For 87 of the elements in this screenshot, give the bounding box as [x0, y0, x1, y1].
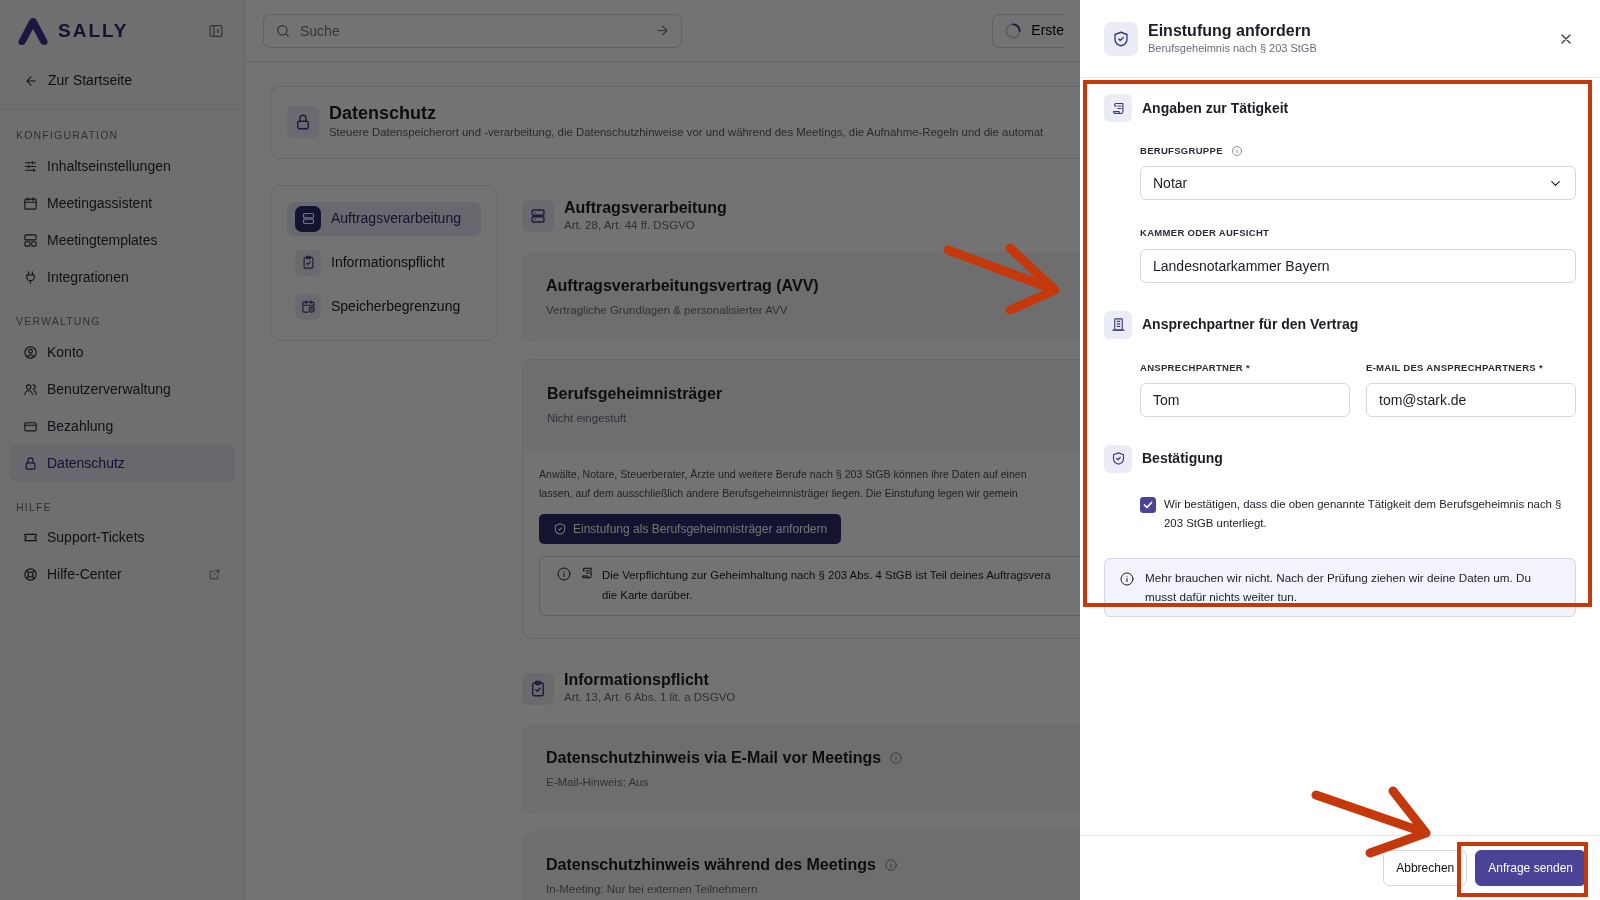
shield-icon — [1112, 29, 1130, 48]
card-title: Berufsgeheimnisträger — [547, 384, 723, 404]
card-title: Auftragsverarbeitungsvertrag (AVV) — [546, 275, 819, 296]
back-link[interactable]: Zur Startseite — [0, 62, 244, 110]
cancel-button[interactable]: Abbrechen — [1383, 850, 1468, 886]
settings-card[interactable]: Berufsgeheimnisträger Nicht eingestuft — [523, 360, 1080, 450]
section-title: Ansprechpartner für den Vertrag — [1142, 315, 1359, 334]
field-label: E-MAIL DES ANSPRECHPARTNERS * — [1366, 360, 1543, 375]
card-subtitle: Vertragliche Grundlagen & personalisierter AVV — [546, 302, 789, 318]
shield-icon — [1110, 451, 1126, 467]
lock-icon — [294, 113, 312, 132]
page-title: Datenschutz — [329, 104, 437, 124]
server-icon — [300, 211, 316, 227]
plug-icon — [23, 269, 38, 285]
panel-icon — [208, 23, 224, 39]
server-icon — [529, 207, 547, 226]
subnav-item[interactable]: Speicherbegrenzung — [287, 289, 481, 324]
sidebar-item[interactable]: Support-Tickets — [9, 519, 235, 557]
sidebar-item[interactable]: Konto — [9, 333, 235, 371]
card-title: Datenschutzhinweis während des Meetings — [546, 855, 876, 876]
input-field[interactable]: Tom — [1140, 382, 1350, 417]
select-field[interactable]: Notar — [1140, 166, 1576, 201]
checkbox-label: Wir bestätigen, dass die oben genannte Tätigkeit dem Berufsgeheimnis nach § 203 StGB unterliegt. — [1164, 496, 1563, 532]
send-button[interactable]: Anfrage senden — [1475, 850, 1586, 886]
subnav-item[interactable]: Auftragsverarbeitung — [287, 201, 481, 236]
lifebuoy-icon — [23, 567, 38, 583]
page-description: Steuere Datenspeicherort und -verarbeitung, die Datenschutzhinweise vor und während des Meetings, die Aufnahme-Regeln und die automat — [329, 124, 1044, 140]
section-title: Bestätigung — [1142, 449, 1223, 469]
create-button[interactable]: Erste — [992, 13, 1064, 48]
info-icon — [1119, 570, 1135, 587]
sidebar-item[interactable]: Integrationen — [9, 258, 235, 296]
scroll-icon — [1110, 100, 1126, 116]
section-title: Informationspflicht — [564, 671, 710, 689]
panel-title: Einstufung anfordern — [1148, 20, 1312, 40]
layout-icon — [23, 232, 38, 248]
building-icon — [1110, 317, 1126, 332]
description-text: Anwälte, Notare, Steuerberater, Ärzte und weitere Berufe nach § 203 StGB können ihre Daten auf einen lassen, auf dem ausschließlich andere Berufsgeheimnisträger liegen. Die Einstufung legen wir gemein — [539, 467, 1028, 501]
search-field[interactable]: Suche — [263, 13, 683, 48]
field-label: BERUFSGRUPPE — [1140, 144, 1223, 158]
users-icon — [23, 381, 38, 397]
section-label: KONFIGURATION — [15, 128, 120, 143]
logo-text: SALLY — [58, 18, 129, 43]
calendar-clock-icon — [300, 299, 316, 315]
calendar-icon — [23, 195, 38, 211]
clipboard-icon — [529, 679, 547, 698]
field-label: KAMMER ODER AUFSICHT — [1140, 226, 1270, 241]
sidebar-item[interactable]: Bezahlung — [9, 407, 235, 445]
sidebar-item[interactable]: Hilfe-Center — [9, 556, 235, 594]
card-subtitle: E-Mail-Hinweis: Aus — [546, 775, 650, 791]
section-subtitle: Art. 28, Art. 44 ff. DSGVO — [564, 217, 696, 233]
card-title: Datenschutzhinweis via E-Mail vor Meetings — [546, 748, 882, 769]
card-subtitle: Nicht eingestuft — [547, 411, 628, 426]
info-icon — [556, 566, 572, 583]
input-field[interactable]: tom@stark.de — [1366, 382, 1576, 417]
settings-card[interactable]: Datenschutzhinweis via E-Mail vor Meetings E-Mail-Hinweis: Aus — [522, 724, 1080, 814]
scroll-icon — [580, 566, 594, 581]
clipboard-icon — [300, 255, 316, 271]
panel-subtitle: Berufsgeheimnis nach § 203 StGB — [1148, 40, 1317, 56]
subnav-item[interactable]: Informationspflicht — [287, 245, 481, 280]
section-title: Angaben zur Tätigkeit — [1142, 98, 1289, 118]
settings-card[interactable]: Datenschutzhinweis während des Meetings In-Meeting: Nur bei externen Teilnehmern — [522, 831, 1080, 900]
search-icon — [275, 22, 291, 39]
section-title: Auftragsverarbeitung — [564, 198, 727, 217]
arrow-right-icon — [655, 22, 671, 38]
request-button[interactable]: Einstufung als Berufsgeheimnisträger anfordern — [539, 514, 842, 545]
user-circle-icon — [23, 344, 38, 360]
info-text: Mehr brauchen wir nicht. Nach der Prüfung ziehen wir deine Daten um. Du musst dafür nichts weiter tun. — [1145, 569, 1532, 606]
sidebar-item[interactable]: Datenschutz — [9, 444, 235, 482]
sliders-icon — [23, 158, 38, 174]
sidebar-item[interactable]: Benutzerverwaltung — [9, 370, 235, 408]
checkbox[interactable] — [1140, 496, 1156, 513]
arrow-left-icon — [24, 73, 38, 88]
sidebar-item[interactable]: Inhaltseinstellungen — [9, 147, 235, 185]
sidebar-item[interactable]: Meetingtemplates — [9, 221, 235, 259]
settings-card[interactable]: Auftragsverarbeitungsvertrag (AVV) Vertragliche Grundlagen & personalisierter AVV — [522, 251, 1080, 341]
shield-icon — [553, 522, 567, 537]
section-label: VERWALTUNG — [15, 313, 102, 329]
field-label: ANSPRECHPARTNER * — [1140, 360, 1250, 375]
input-field[interactable]: Landesnotarkammer Bayern — [1140, 248, 1576, 283]
sidebar-item[interactable]: Meetingassistent — [9, 184, 235, 222]
section-subtitle: Art. 13, Art. 6 Abs. 1 lit. a DSGVO — [564, 689, 736, 705]
card-subtitle: In-Meeting: Nur bei externen Teilnehmern — [546, 882, 759, 898]
collapse-sidebar-button[interactable] — [208, 23, 224, 39]
lock-icon — [23, 455, 38, 471]
logo-icon — [16, 16, 50, 46]
info-text: Die Verpflichtung zur Geheimhaltung nach § 203 Abs. 4 StGB ist Teil deines Auftragsvera die Karte darüber. — [602, 568, 1051, 604]
section-label: HILFE — [15, 499, 53, 515]
